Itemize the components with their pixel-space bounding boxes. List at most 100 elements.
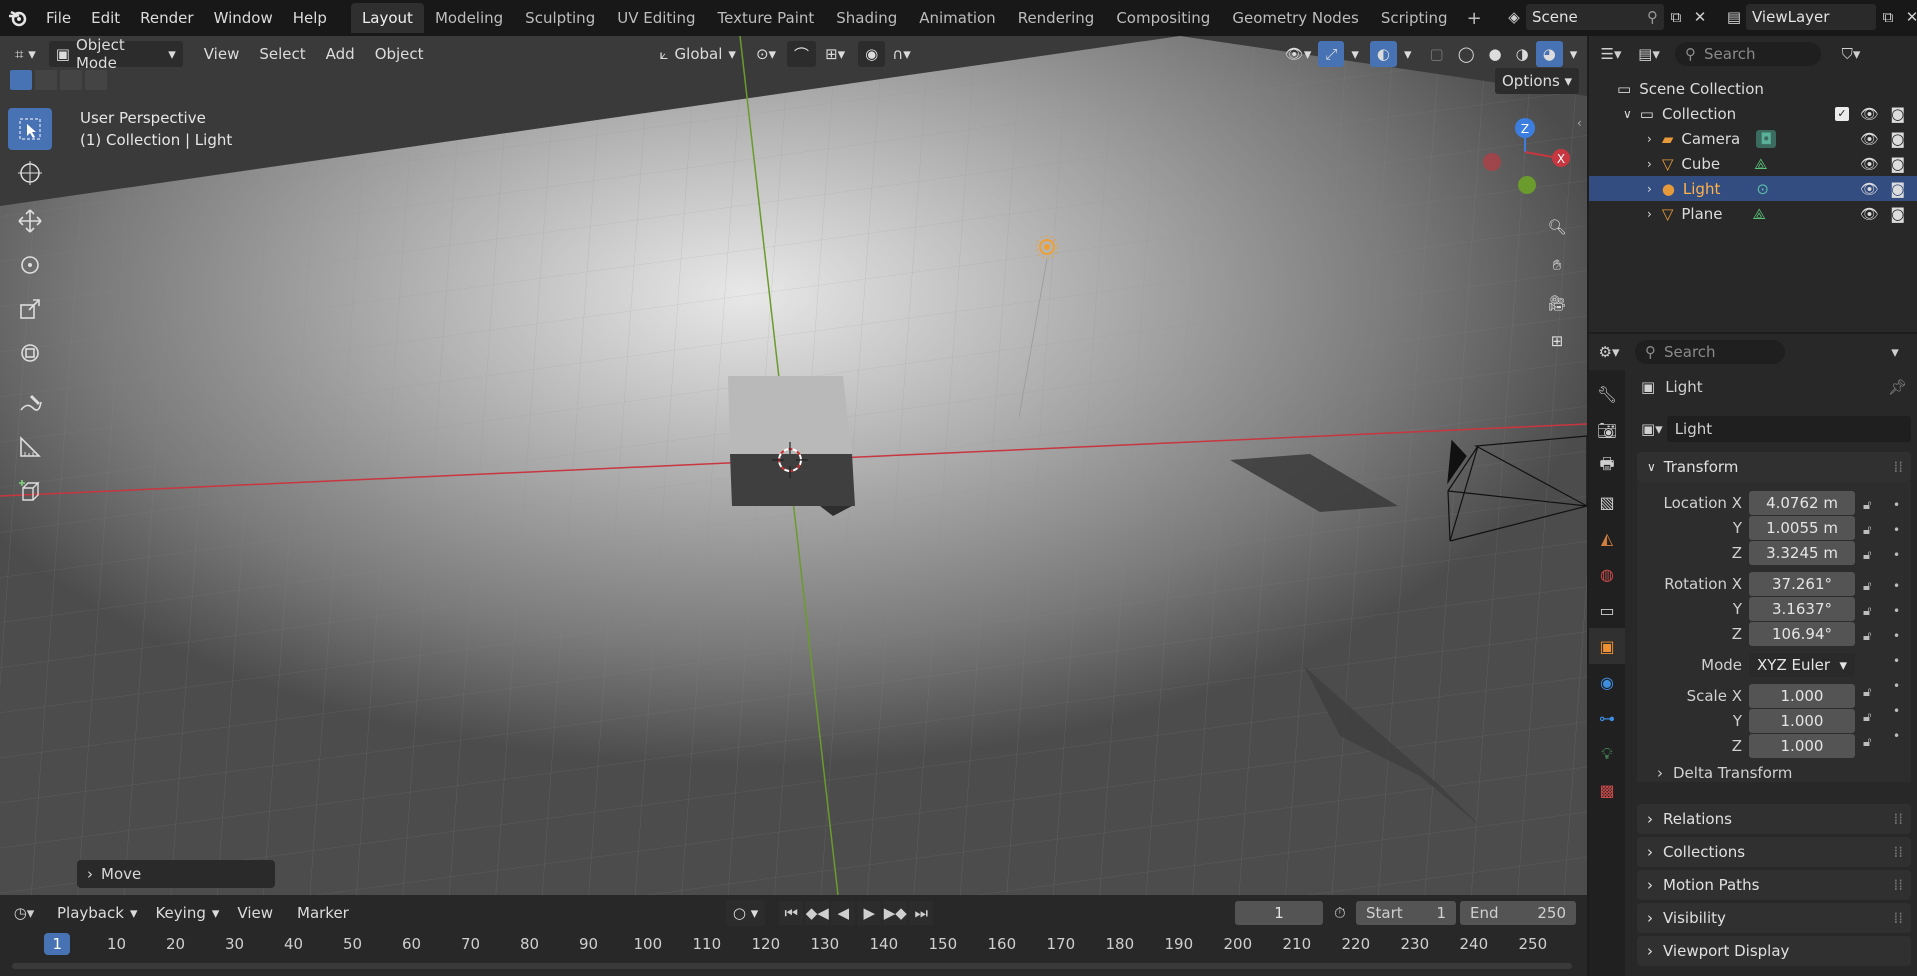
snap-target-button[interactable]: ⊞▾ bbox=[818, 41, 852, 67]
keyframe-dot-icon[interactable]: • bbox=[1893, 649, 1900, 674]
transform-tool-icon[interactable] bbox=[8, 332, 52, 374]
select-intersect-icon[interactable] bbox=[85, 70, 107, 90]
select-new-icon[interactable] bbox=[10, 70, 32, 90]
stopwatch-icon[interactable]: ⏱ bbox=[1334, 904, 1346, 922]
viewlayer-name-field[interactable]: ViewLayer bbox=[1746, 4, 1876, 30]
properties-search-input[interactable]: ⚲ Search bbox=[1635, 340, 1785, 364]
measure-tool-icon[interactable] bbox=[8, 426, 52, 468]
mesh-data-icon[interactable]: ⟁ bbox=[1754, 155, 1767, 173]
output-tab-icon[interactable]: 🖶 bbox=[1589, 448, 1625, 484]
lock-icon[interactable]: 🔓︎ bbox=[1863, 680, 1871, 705]
render-camera-icon[interactable]: ◙ bbox=[1890, 155, 1905, 173]
eye-icon[interactable]: 👁︎ bbox=[1860, 105, 1879, 123]
tab-geometry-nodes[interactable]: Geometry Nodes bbox=[1221, 3, 1370, 33]
outliner-item-cube[interactable]: › ▽ Cube ⟁ 👁︎ ◙ bbox=[1589, 151, 1917, 176]
keyframe-dot-icon[interactable]: • bbox=[1893, 699, 1900, 724]
select-extend-icon[interactable] bbox=[35, 70, 57, 90]
menu-object[interactable]: Object bbox=[368, 41, 431, 67]
render-camera-icon[interactable]: ◙ bbox=[1890, 130, 1905, 148]
new-viewlayer-icon[interactable]: ⧉ bbox=[1876, 5, 1900, 29]
timeline-view-menu[interactable]: View bbox=[230, 900, 280, 926]
outliner-item-camera[interactable]: › ▰ Camera ◘ 👁︎ ◙ bbox=[1589, 126, 1917, 151]
perspective-toggle-icon[interactable]: ⊞ bbox=[1540, 324, 1574, 358]
chevron-right-icon[interactable]: › bbox=[1647, 132, 1652, 146]
lock-icon[interactable]: 🔓︎ bbox=[1863, 705, 1871, 730]
drag-handle-icon[interactable]: ⁞⁞ bbox=[1893, 458, 1903, 476]
filter-icon[interactable]: ⛉▾ bbox=[1839, 42, 1863, 66]
eye-icon[interactable]: 👁︎ bbox=[1860, 205, 1879, 223]
rotation-mode-select[interactable]: XYZ Euler ▾ bbox=[1749, 653, 1855, 677]
keyframe-dot-icon[interactable]: • bbox=[1893, 624, 1900, 649]
object-name-field[interactable]: Light bbox=[1666, 416, 1911, 442]
tab-shading[interactable]: Shading bbox=[825, 3, 908, 33]
world-tab-icon[interactable]: ◍ bbox=[1589, 556, 1625, 592]
menu-add[interactable]: Add bbox=[319, 41, 362, 67]
pan-hand-icon[interactable]: ✋︎ bbox=[1540, 248, 1574, 282]
menu-render[interactable]: Render bbox=[130, 9, 203, 27]
drag-handle-icon[interactable]: ⁞⁞ bbox=[1893, 909, 1903, 927]
tab-layout[interactable]: Layout bbox=[350, 3, 424, 33]
constraints-tab-icon[interactable]: ⊶ bbox=[1589, 700, 1625, 736]
keying-menu[interactable]: Keying ▾ bbox=[148, 900, 226, 926]
eye-icon[interactable]: 👁︎ bbox=[1860, 130, 1879, 148]
frame-ruler[interactable]: 1 10 20 30 40 50 60 70 80 90 100 110 120 130 140 150 160… bbox=[0, 931, 1587, 957]
keyframe-dot-icon[interactable]: • bbox=[1893, 574, 1900, 599]
falloff-icon[interactable]: ∩▾ bbox=[885, 41, 918, 67]
mode-selector[interactable]: ▣ Object Mode ▾ bbox=[48, 36, 183, 72]
tab-animation[interactable]: Animation bbox=[908, 3, 1006, 33]
light-data-tab-icon[interactable]: 💡︎ bbox=[1589, 736, 1625, 772]
play-icon[interactable]: ▶ bbox=[857, 901, 882, 925]
camera-data-icon[interactable]: ◘ bbox=[1756, 129, 1777, 148]
menu-help[interactable]: Help bbox=[283, 9, 337, 27]
solid-shading-icon[interactable]: ● bbox=[1482, 41, 1509, 67]
transform-orientation-selector[interactable]: ⟀ Global ▾ bbox=[653, 41, 743, 67]
lock-icon[interactable]: 🔓︎ bbox=[1863, 730, 1871, 755]
3d-viewport[interactable] bbox=[0, 36, 1587, 895]
light-data-icon[interactable]: ⊙ bbox=[1756, 180, 1769, 198]
prev-keyframe-icon[interactable]: ◆◀ bbox=[805, 901, 830, 925]
annotate-tool-icon[interactable] bbox=[8, 382, 52, 424]
rotate-tool-icon[interactable] bbox=[8, 244, 52, 286]
keyframe-dot-icon[interactable]: • bbox=[1893, 493, 1900, 518]
tab-modeling[interactable]: Modeling bbox=[424, 3, 514, 33]
scene-collection-row[interactable]: ▭ Scene Collection bbox=[1589, 76, 1917, 101]
keyframe-dot-icon[interactable]: • bbox=[1893, 518, 1900, 543]
texture-tab-icon[interactable]: ▩ bbox=[1589, 772, 1625, 808]
viewlayer-icon[interactable]: ▤ bbox=[1722, 5, 1746, 29]
location-z-field[interactable]: 3.3245 m bbox=[1749, 541, 1855, 565]
tab-compositing[interactable]: Compositing bbox=[1105, 3, 1221, 33]
zoom-icon[interactable]: 🔍︎ bbox=[1540, 210, 1574, 244]
object-data-icon[interactable]: ▣▾ bbox=[1637, 420, 1667, 438]
select-subtract-icon[interactable] bbox=[60, 70, 82, 90]
select-box-tool-icon[interactable] bbox=[8, 108, 52, 150]
chevron-down-icon[interactable]: ∨ bbox=[1623, 107, 1632, 121]
keyframe-dot-icon[interactable]: • bbox=[1893, 599, 1900, 624]
outliner-search-input[interactable]: ⚲ Search bbox=[1675, 42, 1821, 66]
rotation-y-field[interactable]: 3.1637° bbox=[1749, 597, 1855, 621]
pin-icon[interactable]: ⚲ bbox=[1647, 8, 1658, 26]
tab-sculpting[interactable]: Sculpting bbox=[514, 3, 606, 33]
delta-transform-subpanel[interactable]: › Delta Transform bbox=[1657, 764, 1792, 782]
tab-scripting[interactable]: Scripting bbox=[1370, 3, 1459, 33]
overlay-toggle-icon[interactable]: ◐ bbox=[1369, 41, 1397, 67]
tab-texture-paint[interactable]: Texture Paint bbox=[706, 3, 825, 33]
move-tool-icon[interactable] bbox=[8, 200, 52, 242]
play-reverse-icon[interactable]: ◀ bbox=[831, 901, 856, 925]
visibility-panel-header[interactable]: › Visibility ⁞⁞ bbox=[1637, 903, 1911, 933]
timeline-editor-icon[interactable]: ◷▾ bbox=[12, 901, 36, 925]
chevron-right-icon[interactable]: › bbox=[1647, 157, 1652, 171]
location-x-field[interactable]: 4.0762 m bbox=[1749, 491, 1855, 515]
collection-tab-icon[interactable]: ▭ bbox=[1589, 592, 1625, 628]
auto-keying-icon[interactable]: ○ ▾ bbox=[725, 900, 766, 926]
render-tab-icon[interactable]: 📷︎ bbox=[1589, 412, 1625, 448]
end-frame-field[interactable]: End 250 bbox=[1460, 901, 1576, 925]
menu-edit[interactable]: Edit bbox=[81, 9, 130, 27]
drag-handle-icon[interactable]: ⁞⁞ bbox=[1893, 876, 1903, 894]
eye-icon[interactable]: 👁︎ bbox=[1860, 155, 1879, 173]
mesh-data-icon[interactable]: ⟁ bbox=[1753, 205, 1766, 223]
render-camera-icon[interactable]: ◙ bbox=[1890, 105, 1905, 123]
scale-z-field[interactable]: 1.000 bbox=[1749, 734, 1855, 758]
render-camera-icon[interactable]: ◙ bbox=[1890, 205, 1905, 223]
collections-panel-header[interactable]: › Collections ⁞⁞ bbox=[1637, 837, 1911, 867]
jump-start-icon[interactable]: ⏮ bbox=[779, 901, 804, 925]
